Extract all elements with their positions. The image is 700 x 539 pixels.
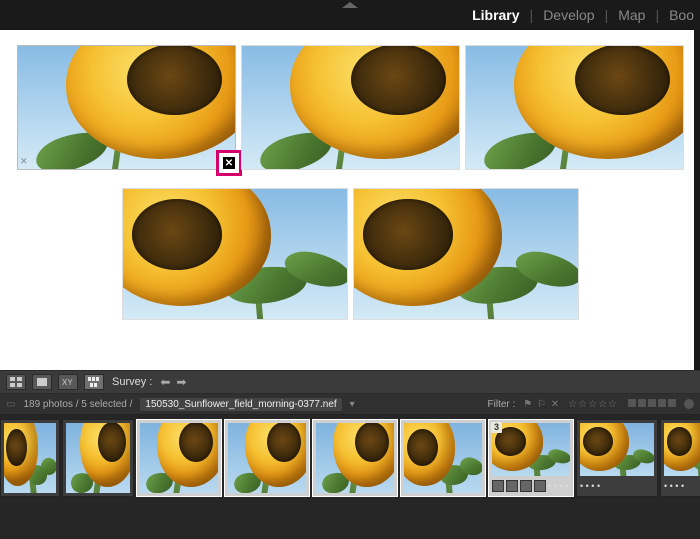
filter-color-labels[interactable] bbox=[626, 399, 676, 410]
thumbnail-badge[interactable] bbox=[534, 480, 546, 492]
survey-cell[interactable] bbox=[122, 188, 348, 320]
filmstrip-thumbnail[interactable]: • • • • bbox=[660, 419, 700, 497]
thumbnail-badge[interactable] bbox=[520, 480, 532, 492]
tab-book[interactable]: Boo bbox=[669, 7, 694, 23]
toolbar-nav: ⬅ ➡ bbox=[158, 375, 188, 389]
toolbar-mode-label: Survey : bbox=[112, 376, 152, 388]
thumbnail-badge[interactable] bbox=[506, 480, 518, 492]
thumbnail-info: • • • • bbox=[664, 478, 700, 494]
filmstrip[interactable]: 3 • • • • • • • • • • • • bbox=[0, 415, 700, 539]
view-grid-button[interactable] bbox=[6, 374, 26, 390]
filmstrip-thumbnail[interactable] bbox=[400, 419, 486, 497]
filmstrip-thumbnail[interactable] bbox=[0, 419, 60, 497]
prev-photo-button[interactable]: ⬅ bbox=[158, 375, 172, 389]
filmstrip-thumbnail[interactable] bbox=[62, 419, 134, 497]
rating-dots[interactable]: • • • • bbox=[664, 481, 684, 491]
survey-cell[interactable] bbox=[465, 45, 684, 170]
filter-toggle[interactable] bbox=[684, 399, 694, 409]
filmstrip-thumbnail[interactable] bbox=[136, 419, 222, 497]
filter-flag-icons[interactable]: ⚑ ⚐ ✕ bbox=[523, 399, 560, 410]
deselect-icon[interactable]: ✕ bbox=[20, 156, 28, 167]
tab-library[interactable]: Library bbox=[472, 7, 519, 23]
filmstrip-thumbnail[interactable] bbox=[224, 419, 310, 497]
rating-dots[interactable]: • • • • bbox=[548, 481, 568, 491]
toolbar: XY Survey : ⬅ ➡ bbox=[0, 370, 700, 394]
svg-text:XY: XY bbox=[62, 378, 73, 387]
stack-count-badge: 3 bbox=[491, 422, 502, 433]
next-photo-button[interactable]: ➡ bbox=[174, 375, 188, 389]
rating-dots[interactable]: • • • • bbox=[580, 481, 600, 491]
photo-count-label: 189 photos / 5 selected / bbox=[23, 399, 132, 410]
survey-cell[interactable]: ✕✕ bbox=[17, 45, 236, 170]
filename-dropdown-icon[interactable]: ▾ bbox=[350, 399, 355, 410]
filter-rating-stars[interactable]: ☆☆☆☆☆ bbox=[568, 399, 618, 410]
survey-cell[interactable] bbox=[353, 188, 579, 320]
secondary-display-icon[interactable]: ▭ bbox=[6, 399, 15, 410]
survey-canvas[interactable]: ✕✕ bbox=[0, 30, 700, 370]
tab-develop[interactable]: Develop bbox=[543, 7, 594, 23]
view-compare-button[interactable]: XY bbox=[58, 374, 78, 390]
filter-label: Filter : bbox=[488, 399, 516, 410]
tab-map[interactable]: Map bbox=[618, 7, 645, 23]
current-filename[interactable]: 150530_Sunflower_field_morning-0377.nef bbox=[140, 398, 341, 411]
survey-cell[interactable] bbox=[241, 45, 460, 170]
thumbnail-info: • • • • bbox=[492, 478, 570, 494]
thumbnail-badge[interactable] bbox=[492, 480, 504, 492]
filmstrip-thumbnail[interactable]: 3 • • • • bbox=[488, 419, 574, 497]
filter-bar: ▭ 189 photos / 5 selected / 150530_Sunfl… bbox=[0, 394, 700, 415]
thumbnail-info: • • • • bbox=[580, 478, 654, 494]
filmstrip-thumbnail[interactable] bbox=[312, 419, 398, 497]
filmstrip-thumbnail[interactable]: • • • • bbox=[576, 419, 658, 497]
panel-collapse-top[interactable] bbox=[340, 2, 360, 9]
view-survey-button[interactable] bbox=[84, 374, 104, 390]
remove-from-survey-button[interactable]: ✕ bbox=[216, 150, 242, 176]
view-loupe-button[interactable] bbox=[32, 374, 52, 390]
module-picker: Library | Develop | Map | Boo bbox=[0, 0, 700, 30]
